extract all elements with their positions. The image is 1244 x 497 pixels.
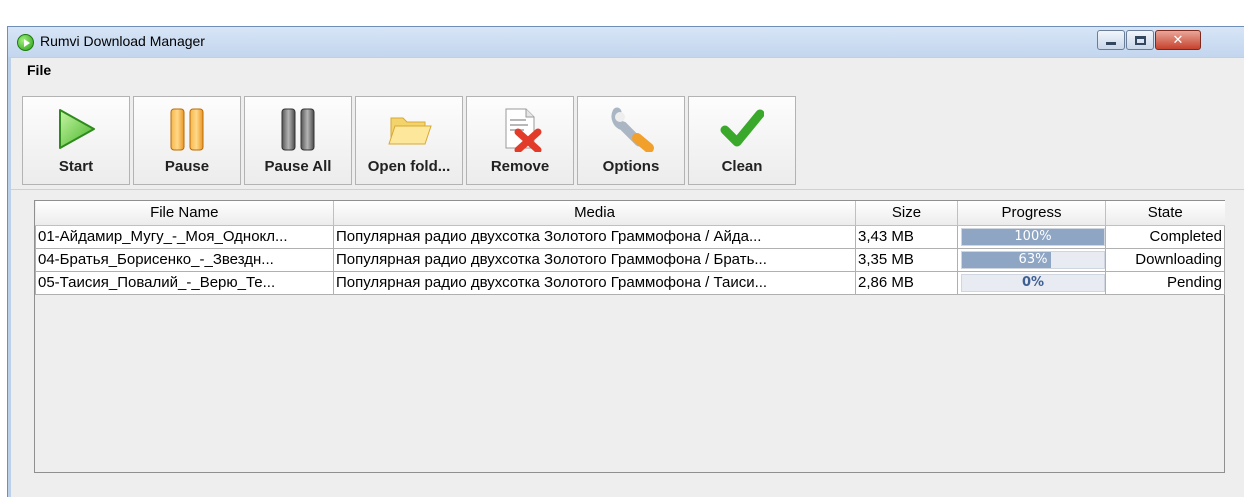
column-header-state[interactable]: State	[1105, 201, 1225, 226]
pause-button[interactable]: Pause	[133, 96, 241, 185]
close-button[interactable]: ✕	[1155, 30, 1201, 50]
media-cell: Популярная радио двухсотка Золотого Грам…	[333, 247, 856, 272]
toolbar-divider	[11, 189, 1244, 190]
state-cell: Downloading	[1105, 247, 1225, 272]
progress-cell: 0%	[957, 270, 1106, 295]
minimize-button[interactable]	[1097, 30, 1125, 50]
progress-label: 0%	[1021, 274, 1045, 290]
progress-bar: 100%	[961, 227, 1105, 246]
state-cell: Pending	[1105, 270, 1225, 295]
progress-bar: 0%	[961, 273, 1105, 292]
table-row[interactable]: 05-Таисия_Повалий_-_Верю_Те... Популярна…	[35, 270, 1225, 295]
file-name-cell: 01-Айдамир_Мугу_-_Моя_Однокл...	[35, 224, 334, 249]
progress-bar: 63%	[961, 250, 1105, 269]
remove-button[interactable]: Remove	[466, 96, 574, 185]
table-row[interactable]: 04-Братья_Борисенко_-_Звездн... Популярн…	[35, 247, 1225, 272]
checkmark-icon	[720, 109, 764, 147]
play-icon	[59, 109, 95, 149]
start-label: Start	[58, 158, 94, 175]
progress-label: 63%	[1018, 251, 1048, 267]
media-cell: Популярная радио двухсотка Золотого Грам…	[333, 224, 856, 249]
options-button[interactable]: Options	[577, 96, 685, 185]
maximize-icon	[1134, 35, 1146, 45]
column-header-size[interactable]: Size	[855, 201, 958, 226]
wrench-icon	[611, 107, 654, 152]
column-header-progress[interactable]: Progress	[957, 201, 1106, 226]
folder-icon	[388, 117, 432, 145]
pause-all-button[interactable]: Pause All	[244, 96, 352, 185]
table-header-row: File Name Media Size Progress State	[35, 201, 1225, 226]
size-cell: 3,35 MB	[855, 247, 958, 272]
open-folder-label: Open fold...	[367, 158, 451, 175]
size-cell: 2,86 MB	[855, 270, 958, 295]
remove-document-icon	[505, 108, 542, 152]
options-label: Options	[602, 158, 660, 175]
pause-all-label: Pause All	[264, 158, 332, 175]
size-cell: 3,43 MB	[855, 224, 958, 249]
close-icon: ✕	[1172, 32, 1184, 48]
progress-label: 100%	[1014, 228, 1052, 244]
table-row[interactable]: 01-Айдамир_Мугу_-_Моя_Однокл... Популярн…	[35, 224, 1225, 249]
media-cell: Популярная радио двухсотка Золотого Грам…	[333, 270, 856, 295]
open-folder-button[interactable]: Open fold...	[355, 96, 463, 185]
file-name-cell: 04-Братья_Борисенко_-_Звездн...	[35, 247, 334, 272]
file-name-cell: 05-Таисия_Повалий_-_Верю_Те...	[35, 270, 334, 295]
pause-icon	[170, 108, 204, 151]
menu-file[interactable]: File	[27, 62, 51, 78]
start-button[interactable]: Start	[22, 96, 130, 185]
column-header-file-name[interactable]: File Name	[35, 201, 334, 226]
column-header-media[interactable]: Media	[333, 201, 856, 226]
window-title: Rumvi Download Manager	[40, 33, 205, 49]
pause-all-icon	[281, 108, 315, 151]
remove-label: Remove	[490, 158, 550, 175]
downloads-table[interactable]: File Name Media Size Progress State 01-А…	[34, 200, 1225, 473]
clean-button[interactable]: Clean	[688, 96, 796, 185]
progress-cell: 100%	[957, 224, 1106, 249]
app-play-icon	[17, 34, 34, 51]
progress-cell: 63%	[957, 247, 1106, 272]
state-cell: Completed	[1105, 224, 1225, 249]
clean-label: Clean	[721, 158, 763, 175]
minimize-icon	[1106, 41, 1116, 45]
pause-label: Pause	[164, 158, 210, 175]
maximize-button[interactable]	[1126, 30, 1154, 50]
